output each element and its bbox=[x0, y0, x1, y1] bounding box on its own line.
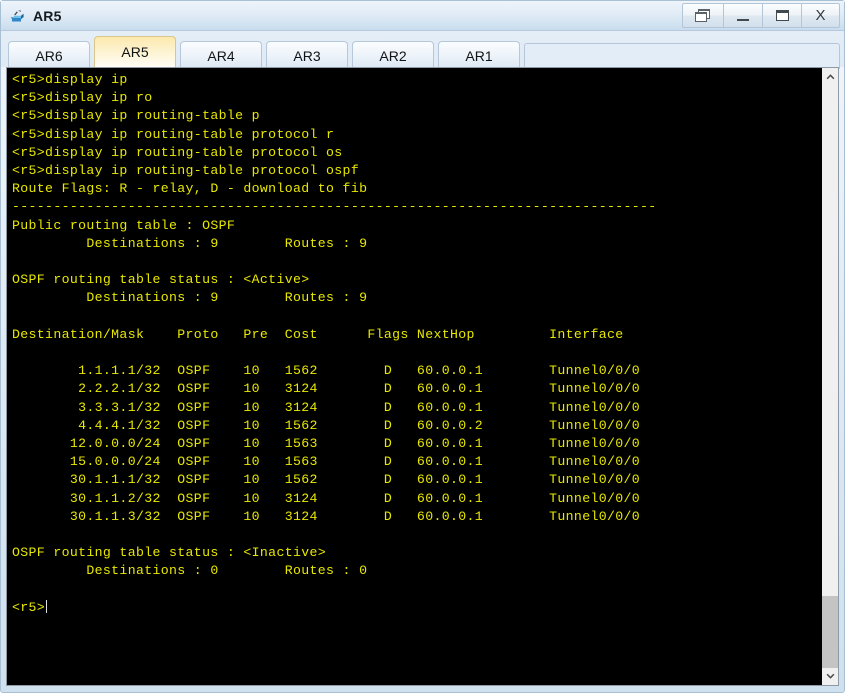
terminal-line: 4.4.4.1/32 OSPF 10 1562 D 60.0.0.2 Tunne… bbox=[12, 417, 641, 433]
tab-label: AR3 bbox=[293, 47, 321, 64]
tab-label: AR1 bbox=[465, 47, 493, 64]
terminal-line: Destinations : 0 Routes : 0 bbox=[12, 563, 368, 579]
restore-all-windows-button[interactable] bbox=[682, 3, 723, 28]
terminal-line: 3.3.3.1/32 OSPF 10 3124 D 60.0.0.1 Tunne… bbox=[12, 399, 641, 415]
tab-bar-filler bbox=[524, 43, 840, 69]
scroll-up-button[interactable] bbox=[822, 68, 838, 85]
terminal-line: Destination/Mask Proto Pre Cost Flags Ne… bbox=[12, 326, 624, 342]
tab-label: AR2 bbox=[379, 47, 407, 64]
close-icon: X bbox=[815, 7, 826, 24]
restore-windows-icon bbox=[695, 8, 711, 23]
terminal-line: OSPF routing table status : <Inactive> bbox=[12, 545, 327, 561]
terminal-line: <r5> bbox=[12, 599, 48, 615]
terminal-line: 12.0.0.0/24 OSPF 10 1563 D 60.0.0.1 Tunn… bbox=[12, 436, 641, 452]
terminal-scrollbar[interactable] bbox=[821, 68, 838, 685]
router-cli-window: AR5 X AR6 AR5 AR4 AR3 AR2 AR1 <r5>displa… bbox=[0, 0, 845, 693]
terminal-line: ----------------------------------------… bbox=[12, 199, 657, 215]
terminal-line: 30.1.1.1/32 OSPF 10 1562 D 60.0.0.1 Tunn… bbox=[12, 472, 641, 488]
maximize-button[interactable] bbox=[762, 3, 801, 28]
tab-ar2[interactable]: AR2 bbox=[352, 41, 434, 69]
close-button[interactable]: X bbox=[801, 3, 840, 28]
tab-ar4[interactable]: AR4 bbox=[180, 41, 262, 69]
tab-ar6[interactable]: AR6 bbox=[8, 41, 90, 69]
chevron-up-icon bbox=[826, 74, 834, 80]
tab-label: AR5 bbox=[121, 44, 149, 60]
terminal-line: <r5>display ip routing-table protocol r bbox=[12, 126, 335, 142]
terminal-panel: <r5>display ip <r5>display ip ro <r5>displ… bbox=[6, 67, 839, 686]
window-controls: X bbox=[682, 3, 840, 29]
terminal-line: Route Flags: R - relay, D - download to … bbox=[12, 181, 368, 197]
scrollbar-track[interactable] bbox=[822, 85, 838, 668]
terminal-line: 2.2.2.1/32 OSPF 10 3124 D 60.0.0.1 Tunne… bbox=[12, 381, 641, 397]
terminal-line: <r5>display ip routing-table protocol os bbox=[12, 144, 343, 160]
terminal-line: 30.1.1.2/32 OSPF 10 3124 D 60.0.0.1 Tunn… bbox=[12, 490, 641, 506]
window-title: AR5 bbox=[33, 7, 62, 24]
scroll-down-button[interactable] bbox=[822, 668, 838, 685]
terminal-cursor bbox=[46, 599, 48, 613]
terminal-line: 1.1.1.1/32 OSPF 10 1562 D 60.0.0.1 Tunne… bbox=[12, 363, 641, 379]
terminal-line: Destinations : 9 Routes : 9 bbox=[12, 235, 368, 251]
minimize-icon bbox=[737, 18, 749, 21]
scrollbar-thumb[interactable] bbox=[822, 596, 838, 668]
title-bar: AR5 X bbox=[1, 1, 844, 31]
terminal-line: OSPF routing table status : <Active> bbox=[12, 272, 310, 288]
terminal-output[interactable]: <r5>display ip <r5>display ip ro <r5>displ… bbox=[7, 68, 821, 685]
tab-ar3[interactable]: AR3 bbox=[266, 41, 348, 69]
terminal-line: 30.1.1.3/32 OSPF 10 3124 D 60.0.0.1 Tunn… bbox=[12, 508, 641, 524]
minimize-button[interactable] bbox=[723, 3, 762, 28]
terminal-line: Public routing table : OSPF bbox=[12, 217, 236, 233]
device-tab-bar: AR6 AR5 AR4 AR3 AR2 AR1 bbox=[1, 31, 844, 69]
tab-label: AR6 bbox=[35, 47, 63, 64]
router-icon bbox=[9, 7, 27, 25]
tab-ar1[interactable]: AR1 bbox=[438, 41, 520, 69]
tab-ar5[interactable]: AR5 bbox=[94, 36, 176, 67]
terminal-line: <r5>display ip routing-table protocol os… bbox=[12, 163, 360, 179]
terminal-line: 15.0.0.0/24 OSPF 10 1563 D 60.0.0.1 Tunn… bbox=[12, 454, 641, 470]
terminal-line: Destinations : 9 Routes : 9 bbox=[12, 290, 368, 306]
maximize-icon bbox=[775, 10, 789, 21]
tab-label: AR4 bbox=[207, 47, 235, 64]
terminal-line: <r5>display ip ro bbox=[12, 90, 153, 106]
terminal-line: <r5>display ip bbox=[12, 72, 128, 87]
chevron-down-icon bbox=[826, 673, 834, 679]
terminal-line: <r5>display ip routing-table p bbox=[12, 108, 260, 124]
